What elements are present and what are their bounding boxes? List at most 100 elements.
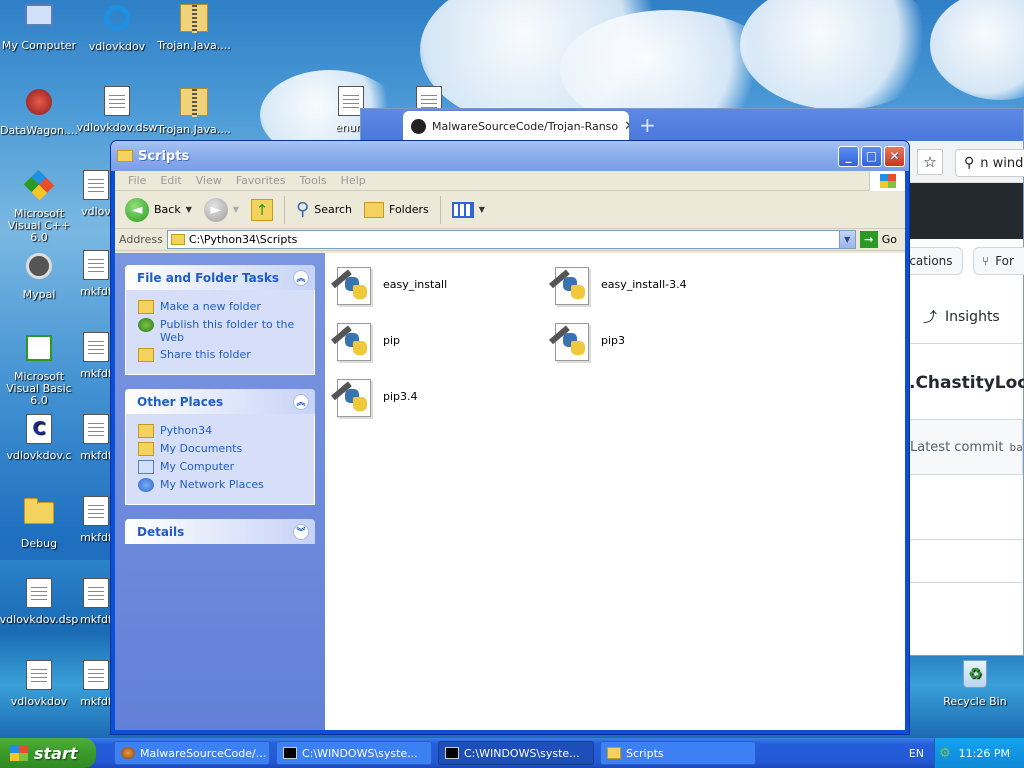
chevron-down-icon[interactable]: ▼ [838,231,855,248]
explorer-title-bar[interactable]: Scripts _ □ ✕ [111,141,909,171]
desktop-icon-vdlovkdov-exe[interactable]: vdlovkdov [0,660,80,708]
close-button[interactable]: ✕ [884,145,905,167]
insights-tab[interactable]: ⤴ Insights [923,307,1000,327]
task-make-new-folder[interactable]: Make a new folder [138,300,302,314]
desktop-icon-datawagon[interactable]: DataWagon.... [0,86,80,137]
clock[interactable]: 11:26 PM [959,747,1010,760]
window-title: Scripts [138,148,190,164]
bookmark-star-icon[interactable]: ☆ [917,149,943,175]
document-icon [101,86,133,118]
command-prompt-icon [283,747,297,759]
menu-help[interactable]: Help [334,174,373,187]
task-publish-web[interactable]: Publish this folder to the Web [138,318,302,344]
minimize-button[interactable]: _ [838,145,859,167]
place-label: My Documents [160,442,243,455]
taskbar-button-label: MalwareSourceCode/... [140,746,267,760]
commit-box: Latest commit ba7c [909,419,1024,475]
task-label: Share this folder [160,348,251,361]
github-icon [411,118,426,134]
start-button[interactable]: start [0,738,96,768]
panel-title: Details [137,524,185,539]
taskbar-button-cmd-2[interactable]: C:\WINDOWS\syste... [438,741,594,765]
graph-icon: ⤴ [923,310,937,326]
search-box[interactable]: ⚲ n windo [955,149,1024,177]
chevron-down-icon[interactable]: ▼ [186,205,192,214]
address-input[interactable]: C:\Python34\Scripts ▼ [166,230,856,249]
desktop-icon-visual-basic[interactable]: Microsoft Visual Basic 6.0 [0,332,80,407]
file-name: pip3 [601,333,626,347]
raccoon-icon [23,253,55,285]
forward-button[interactable]: ► ▼ [200,196,243,224]
folder-icon [607,747,621,759]
desktop-icon-vdlovkdov-ie[interactable]: vdlovkdov [76,2,158,53]
start-label: start [34,743,78,763]
taskbar-button-browser[interactable]: MalwareSourceCode/... [114,741,270,765]
task-pane: File and Folder Tasks ︽ Make a new folde… [115,253,325,730]
close-tab-icon[interactable]: ✕ [624,119,629,134]
maximize-button[interactable]: □ [861,145,882,167]
browser-tab[interactable]: MalwareSourceCode/Trojan-Ranso ✕ [403,111,629,141]
desktop-icon-recycle-bin[interactable]: ♻ Recycle Bin [934,658,1016,708]
file-item[interactable]: pip3 [549,317,625,363]
task-share-folder[interactable]: Share this folder [138,348,302,362]
desktop-icon-mypal[interactable]: Mypal [0,250,80,301]
file-item[interactable]: pip [331,317,400,363]
internet-explorer-icon [101,5,133,37]
desktop-icon-vdlovkdov-c[interactable]: C vdlovkdov.c [0,414,80,462]
desktop-icon-vdlovkdov-dsp[interactable]: vdlovkdov.dsp [0,578,80,626]
back-button[interactable]: ◄ Back ▼ [121,196,196,224]
file-item[interactable]: easy_install-3.4 [549,261,687,307]
file-item[interactable]: pip3.4 [331,373,418,419]
taskbar-button-scripts[interactable]: Scripts [600,741,756,765]
panel-header[interactable]: Details ︾ [125,519,315,544]
taskbar-button-cmd-1[interactable]: C:\WINDOWS\syste... [276,741,432,765]
document-icon [80,660,112,692]
views-icon [451,201,474,218]
forward-arrow-icon: ► [203,197,228,222]
document-icon [80,250,112,282]
place-my-documents[interactable]: My Documents [138,442,302,456]
notifications-button[interactable]: ications [901,247,963,275]
desktop-icon-my-computer[interactable]: My Computer [0,2,80,52]
up-folder-button[interactable]: ↑ [247,197,277,223]
expand-chevron-icon[interactable]: ︾ [293,523,309,540]
network-tray-icon[interactable]: ⚙ [939,746,951,761]
desktop-icon-vdlovkdov-dsw[interactable]: vdlovkdov.dsw [76,86,158,134]
place-python34[interactable]: Python34 [138,424,302,438]
file-item[interactable]: easy_install [331,261,447,307]
collapse-chevron-icon[interactable]: ︽ [293,393,309,410]
commit-hash[interactable]: ba7c [1009,441,1024,454]
taskbar: start MalwareSourceCode/... C:\WINDOWS\s… [0,738,1024,768]
menu-tools[interactable]: Tools [293,174,334,187]
desktop-icon-debug[interactable]: Debug [0,496,80,550]
menu-edit[interactable]: Edit [153,174,188,187]
panel-header[interactable]: Other Places ︽ [125,389,315,414]
views-button[interactable]: ▼ [448,200,489,220]
collapse-chevron-icon[interactable]: ︽ [293,269,309,286]
place-my-network[interactable]: My Network Places [138,478,302,492]
menu-view[interactable]: View [189,174,229,187]
fork-button[interactable]: ⑂ For [973,247,1024,275]
file-folder-tasks-panel: File and Folder Tasks ︽ Make a new folde… [125,265,315,375]
computer-icon [23,4,55,36]
search-icon: ⚲ [964,155,975,171]
place-my-computer[interactable]: My Computer [138,460,302,474]
chevron-down-icon[interactable]: ▼ [233,205,239,214]
desktop-icon-visual-cpp[interactable]: Microsoft Visual C++ 6.0 [0,169,80,244]
menu-favorites[interactable]: Favorites [229,174,293,187]
windows-logo-icon [869,171,905,191]
folders-button[interactable]: Folders [360,200,433,220]
go-button[interactable]: → Go [859,231,905,248]
language-indicator[interactable]: EN [909,747,924,760]
address-value: C:\Python34\Scripts [188,233,298,246]
search-button[interactable]: ⚲ Search [292,197,356,222]
desktop-icon-trojan-java-2[interactable]: Trojan.Java.... [153,86,235,136]
new-tab-button[interactable]: + [639,113,656,137]
menu-file[interactable]: File [121,174,153,187]
explorer-window[interactable]: Scripts _ □ ✕ File Edit View Favorites T… [110,140,910,735]
desktop-icon-trojan-java-1[interactable]: Trojan.Java.... [153,2,235,52]
panel-header[interactable]: File and Folder Tasks ︽ [125,265,315,290]
search-text: n windo [980,155,1024,171]
python-script-icon [331,261,375,307]
details-panel: Details ︾ [125,519,315,544]
